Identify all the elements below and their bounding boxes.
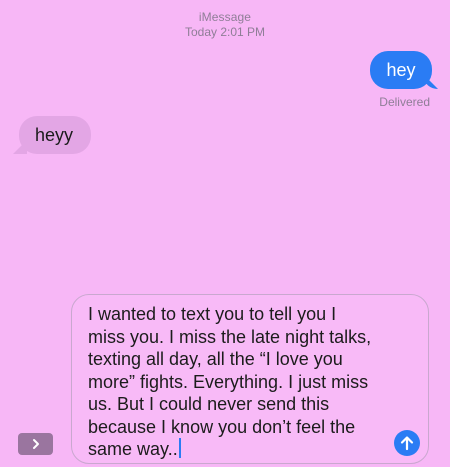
apps-drawer-button[interactable] xyxy=(18,433,53,455)
received-bubble-tail xyxy=(13,140,27,154)
sent-message-text: hey xyxy=(386,60,416,80)
delivery-status: Delivered xyxy=(379,95,430,109)
timestamp: Today 2:01 PM xyxy=(184,25,266,39)
chevron-right-icon xyxy=(32,439,39,449)
arrow-up-icon xyxy=(400,436,414,451)
message-input-text[interactable]: I wanted to text you to tell you I miss … xyxy=(88,303,378,461)
conversation-header: iMessage Today 2:01 PM xyxy=(0,10,450,40)
received-message-text: heyy xyxy=(35,125,74,145)
message-input[interactable]: I wanted to text you to tell you I miss … xyxy=(71,294,429,464)
sent-message-bubble[interactable]: hey xyxy=(370,51,438,89)
received-message-bubble[interactable]: heyy xyxy=(13,116,91,154)
send-button[interactable] xyxy=(394,430,420,456)
sent-bubble-tail xyxy=(424,75,438,89)
message-input-value: I wanted to text you to tell you I miss … xyxy=(88,304,372,459)
service-label: iMessage xyxy=(198,10,252,24)
text-cursor xyxy=(178,438,181,458)
